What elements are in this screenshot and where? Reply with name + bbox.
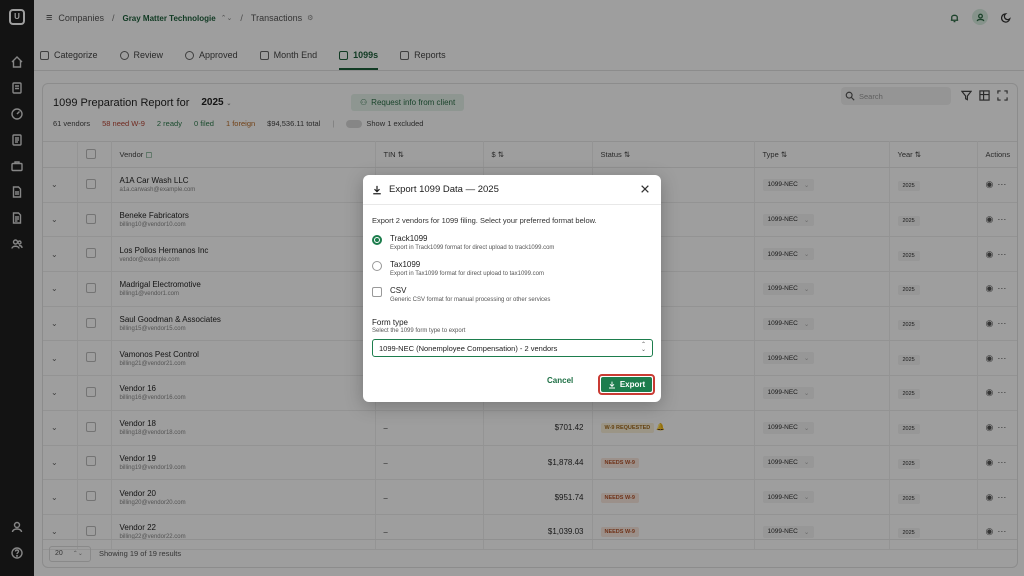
cancel-button[interactable]: Cancel <box>547 376 573 385</box>
download-icon <box>373 185 381 194</box>
form-type-value: 1099-NEC (Nonemployee Compensation) - 2 … <box>379 343 558 353</box>
option-description: Generic CSV format for manual processing… <box>390 297 551 303</box>
format-option-track1099[interactable]: Track1099 Export in Track1099 format for … <box>372 234 554 251</box>
export-button[interactable]: Export <box>598 374 655 395</box>
dialog-title: Export 1099 Data — 2025 <box>389 184 499 195</box>
export-dialog: Export 1099 Data — 2025 Export 2 vendors… <box>363 175 661 402</box>
option-description: Export in Tax1099 format for direct uplo… <box>390 271 544 277</box>
close-icon[interactable] <box>640 184 652 196</box>
form-type-select[interactable]: 1099-NEC (Nonemployee Compensation) - 2 … <box>372 339 653 357</box>
export-label: Export <box>619 380 646 389</box>
tax1099-radio[interactable] <box>372 261 382 271</box>
export-button-body: Export <box>601 377 652 392</box>
dialog-header: Export 1099 Data — 2025 <box>363 175 661 205</box>
form-type-hint: Select the 1099 form type to export <box>372 328 466 334</box>
dialog-intro: Export 2 vendors for 1099 filing. Select… <box>372 216 597 225</box>
format-option-csv[interactable]: CSV Generic CSV format for manual process… <box>372 286 550 303</box>
form-type-label: Form type <box>372 318 409 327</box>
csv-checkbox[interactable] <box>372 287 382 297</box>
chevron-updown-icon: ⌃ ⌄ <box>640 342 646 353</box>
format-option-tax1099[interactable]: Tax1099 Export in Tax1099 format for dire… <box>372 260 544 277</box>
option-description: Export in Track1099 format for direct up… <box>390 245 555 251</box>
option-name: CSV <box>390 286 407 295</box>
option-name: Tax1099 <box>390 260 421 269</box>
download-icon <box>608 381 615 388</box>
option-name: Track1099 <box>390 234 428 243</box>
track1099-radio[interactable] <box>372 235 382 245</box>
